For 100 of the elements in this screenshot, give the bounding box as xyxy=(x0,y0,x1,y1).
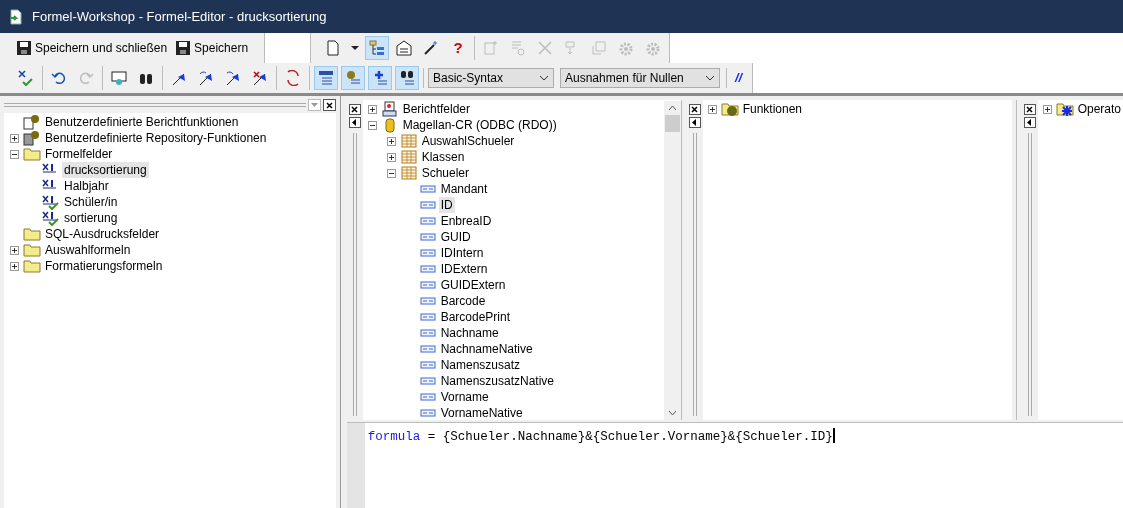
collapse-button[interactable] xyxy=(348,117,361,128)
jump-icon xyxy=(591,40,607,56)
plus-list-icon xyxy=(372,70,388,86)
expand-toggle[interactable] xyxy=(10,261,19,271)
toolbar-button[interactable] xyxy=(395,66,419,90)
tree-item[interactable]: Funktionen xyxy=(740,101,804,117)
folder-asterisk-icon xyxy=(1055,101,1074,117)
tree-item[interactable]: SQL-Ausdrucksfelder xyxy=(43,226,162,242)
flag-icon xyxy=(225,70,241,86)
collapse-button[interactable] xyxy=(688,117,701,128)
tree-item[interactable]: NachnameNative xyxy=(438,341,535,357)
tree-item[interactable]: IDExtern xyxy=(438,261,490,277)
collapse-toggle[interactable] xyxy=(367,120,377,130)
gear-icon xyxy=(645,40,661,56)
toolbar-button[interactable] xyxy=(368,66,392,90)
tree-item[interactable]: ID xyxy=(438,197,455,213)
left-arrow-icon xyxy=(1027,119,1033,126)
window-title: Formel-Workshop - Formel-Editor - drucksortierung xyxy=(32,7,327,26)
folder-icon xyxy=(23,242,41,258)
redo-icon xyxy=(78,70,94,86)
expand-toggle[interactable] xyxy=(1042,104,1052,114)
tree-item[interactable]: Magellan-CR (ODBC (RDO)) xyxy=(400,117,559,133)
comment-icon xyxy=(111,70,127,86)
binoculars-list-icon xyxy=(399,70,415,86)
app-icon xyxy=(8,8,24,25)
tree-item[interactable]: Benutzerdefinierte Repository-Funktionen xyxy=(43,130,269,146)
scroll-down-icon xyxy=(667,410,677,416)
cross-check-icon xyxy=(18,70,34,86)
tree-item[interactable]: Schueler xyxy=(419,165,471,181)
close-icon xyxy=(325,101,333,109)
expand-toggle[interactable] xyxy=(10,245,19,255)
tree-item[interactable]: Formatierungsformeln xyxy=(43,258,165,274)
scrollbar[interactable] xyxy=(663,101,681,420)
folder-icon xyxy=(23,226,41,242)
delete-icon xyxy=(537,40,553,56)
close-icon xyxy=(1026,106,1034,113)
close-icon xyxy=(691,106,699,113)
scrollbar-thumb[interactable] xyxy=(664,115,680,132)
folder-icon xyxy=(23,146,41,162)
tree-item[interactable]: Berichtfelder xyxy=(400,101,472,117)
close-button[interactable] xyxy=(1023,104,1036,115)
tree-item[interactable]: Vorname xyxy=(438,389,491,405)
expand-toggle[interactable] xyxy=(386,136,396,146)
tree-icon xyxy=(369,40,385,56)
formula-check-icon xyxy=(42,194,60,210)
tree-item[interactable]: Halbjahr xyxy=(62,178,111,194)
tree-item[interactable]: GUID xyxy=(438,229,473,245)
tree-item[interactable]: Nachname xyxy=(438,325,501,341)
expand-toggle[interactable] xyxy=(367,104,377,114)
tree-item[interactable]: Benutzerdefinierte Berichtfunktionen xyxy=(43,114,241,130)
tree-item[interactable]: BarcodePrint xyxy=(438,309,512,325)
close-button[interactable] xyxy=(322,99,336,111)
repository-gear-icon xyxy=(23,130,41,146)
sort-icon xyxy=(285,70,301,86)
tree-item[interactable]: Mandant xyxy=(438,181,490,197)
close-button[interactable] xyxy=(688,104,701,115)
tree-item[interactable]: NamenszusatzNative xyxy=(438,373,557,389)
tree-item[interactable]: EnbreaID xyxy=(438,213,494,229)
tree-item[interactable]: sortierung xyxy=(62,210,120,226)
tree-item[interactable]: Auswahlformeln xyxy=(43,242,133,258)
collapse-button[interactable] xyxy=(1023,117,1036,128)
save-button[interactable]: Speichern xyxy=(173,36,251,60)
flag-icon xyxy=(252,70,268,86)
formula-editor[interactable]: formula = {Schueler.Nachname}&{Schueler.Vorname}&{Schueler.ID} xyxy=(346,422,1123,508)
gear-list-icon xyxy=(345,70,361,86)
syntax-dropdown[interactable]: Basic-Syntax xyxy=(428,68,554,88)
table-icon xyxy=(399,149,418,165)
tree-item[interactable]: GUIDExtern xyxy=(438,277,508,293)
save-and-close-button[interactable]: Speichern und schließen xyxy=(14,36,170,60)
tree-item[interactable]: Namenszusatz xyxy=(438,357,522,373)
expand-toggle[interactable] xyxy=(10,133,19,143)
tree-item[interactable]: Barcode xyxy=(438,293,488,309)
tree-item[interactable]: AuswahlSchueler xyxy=(419,133,517,149)
formula-check-icon xyxy=(42,210,60,226)
expand-toggle[interactable] xyxy=(707,104,717,114)
close-button[interactable] xyxy=(348,104,361,115)
tree-item[interactable]: VornameNative xyxy=(438,405,525,420)
tree-item[interactable]: Schüler/in xyxy=(62,194,120,210)
page-icon xyxy=(325,40,341,56)
flag-icon xyxy=(198,70,214,86)
list-icon xyxy=(318,70,334,86)
comment-button[interactable]: // xyxy=(726,68,749,88)
left-arrow-icon xyxy=(692,119,698,126)
tree-item[interactable]: Formelfelder xyxy=(43,146,115,162)
null-handling-dropdown[interactable]: Ausnahmen für Nullen xyxy=(560,68,720,88)
tree-item[interactable]: drucksortierung xyxy=(62,162,149,178)
collapse-toggle[interactable] xyxy=(386,168,396,178)
help-button[interactable]: ? xyxy=(446,36,470,60)
tree-item[interactable]: Klassen xyxy=(419,149,467,165)
wand-icon xyxy=(423,40,439,56)
tree-item[interactable]: IDIntern xyxy=(438,245,486,261)
undo-icon xyxy=(51,70,67,86)
expand-toggle[interactable] xyxy=(386,152,396,162)
formula-code: formula = {Schueler.Nachname}&{Schueler.Vorname}&{Schueler.ID} xyxy=(367,429,833,446)
chevron-down-icon xyxy=(539,75,549,81)
close-icon xyxy=(351,106,359,113)
collapse-toggle[interactable] xyxy=(10,149,19,159)
table-icon xyxy=(399,133,418,149)
tree-item[interactable]: Operato xyxy=(1075,101,1123,117)
properties-icon xyxy=(396,40,412,56)
